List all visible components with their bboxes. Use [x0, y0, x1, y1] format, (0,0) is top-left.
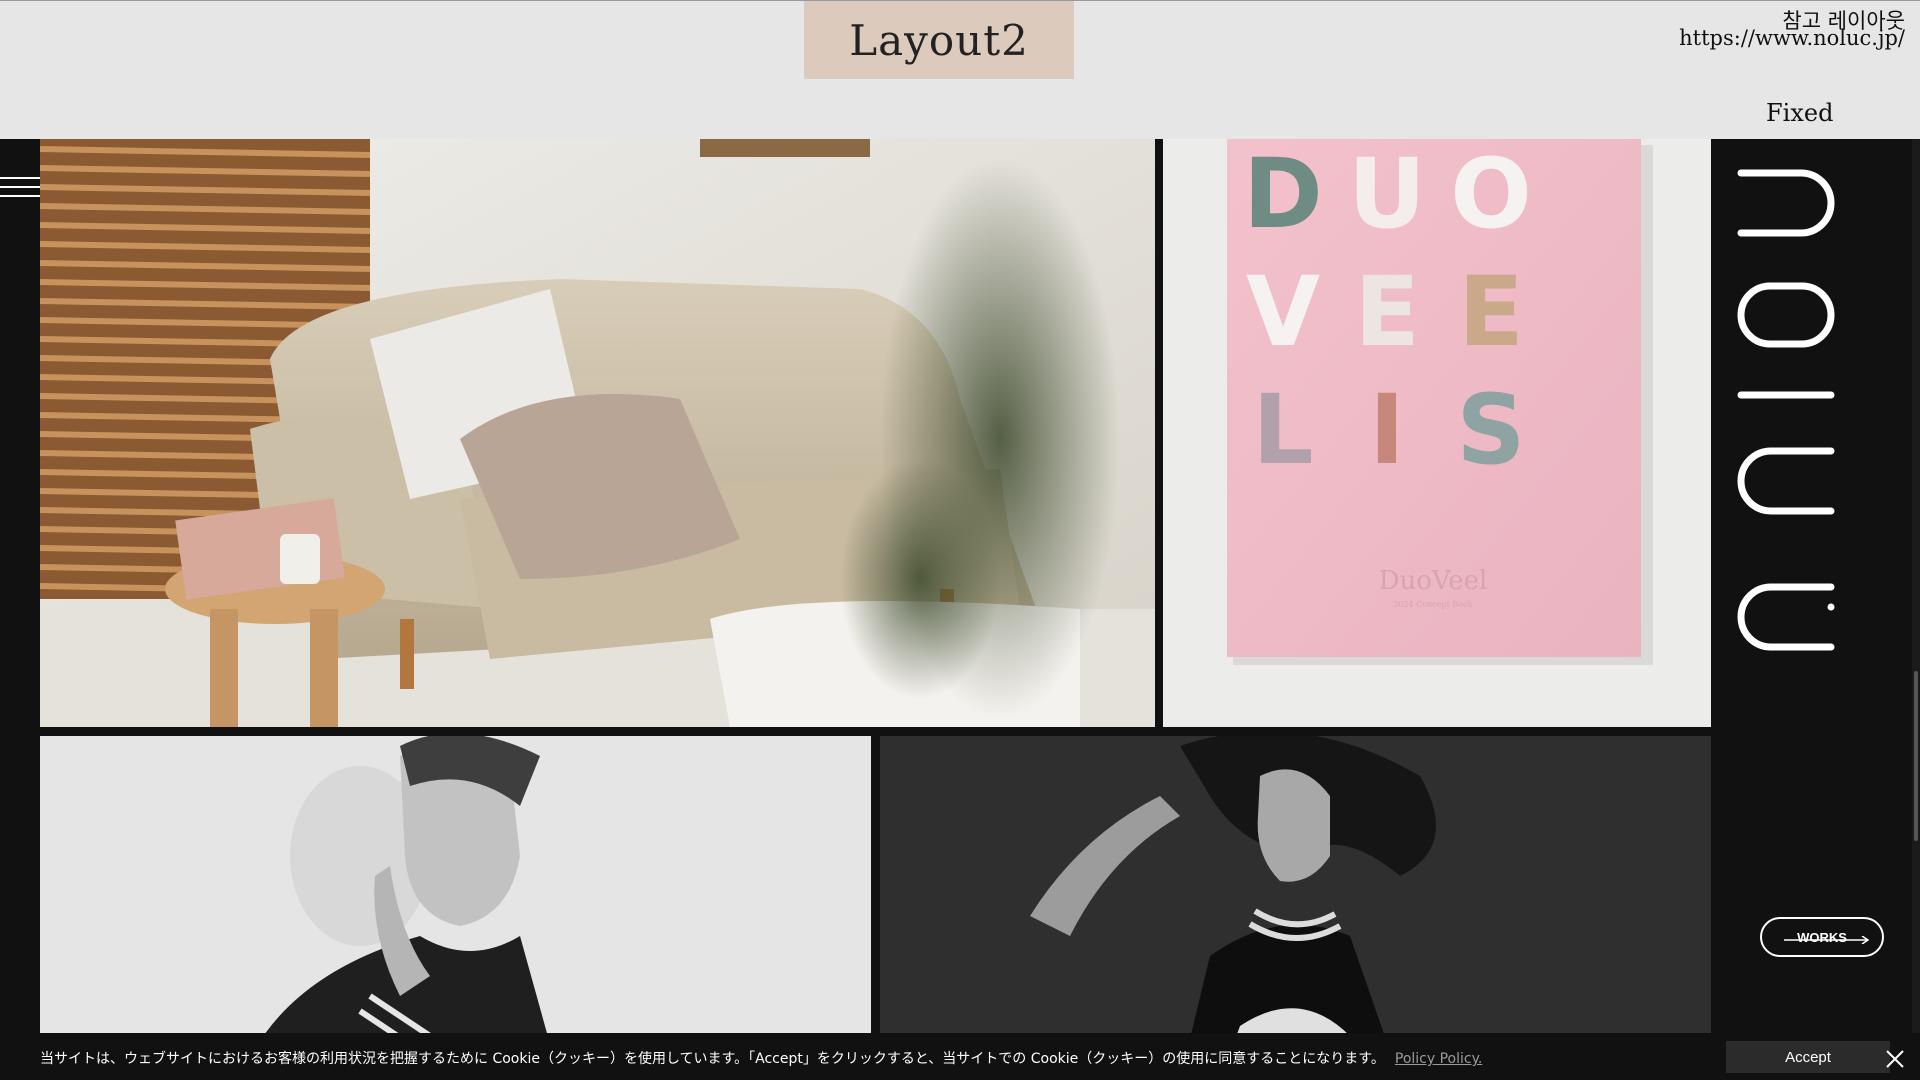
book-cover-letter: L [1252, 374, 1313, 486]
book-cover-letter: E [1458, 256, 1524, 368]
work-tile-interior[interactable] [40, 139, 1155, 727]
book-cover-letter: I [1369, 374, 1405, 486]
model-photo-2 [880, 736, 1711, 1080]
works-label: WORKS [1797, 929, 1847, 945]
book-subtitle: 2024 Concept Book [1393, 600, 1473, 609]
work-tile-book[interactable]: DUOVEELIS DuoVeel 2024 Concept Book [1163, 139, 1711, 727]
book-brand: DuoVeel [1379, 566, 1488, 596]
scrollbar-track[interactable] [1912, 139, 1920, 1080]
interior-photo [40, 139, 1155, 727]
book-cover-letter: U [1348, 139, 1426, 250]
works-button[interactable]: WORKS [1760, 917, 1884, 957]
cookie-banner: 当サイトは、ウェブサイトにおけるお客様の利用状況を把握するために Cookie（… [0, 1033, 1920, 1080]
policy-link[interactable]: Policy Policy. [1395, 1051, 1482, 1067]
annotation-header: Layout2 참고 레이아웃 https://www.noluc.jp/ Fi… [0, 0, 1920, 139]
cookie-text: 当サイトは、ウェブサイトにおけるお客様の利用状況を把握するために Cookie（… [40, 1051, 1385, 1067]
layout-label: Layout2 [804, 1, 1074, 79]
site-viewport: DUOVEELIS DuoVeel 2024 Concept Book WORK… [0, 139, 1920, 1080]
book-cover-letter: S [1456, 374, 1525, 486]
work-tile-model-2[interactable] [880, 736, 1711, 1080]
book-cover-letter: O [1450, 139, 1532, 250]
close-icon[interactable] [1886, 1050, 1904, 1068]
accept-button[interactable]: Accept [1726, 1041, 1890, 1073]
book-cover-letter: V [1246, 256, 1320, 368]
fixed-note: Fixed [1766, 99, 1834, 127]
book-cover-letter: D [1243, 139, 1323, 250]
model-photo-1 [40, 736, 871, 1080]
noluc-logo[interactable] [1711, 139, 1920, 739]
scrollbar-thumb[interactable] [1914, 671, 1918, 841]
work-tile-model-1[interactable] [40, 736, 871, 1080]
book-photo: D U OV E EL I S DuoVeel 2024 Concept Book [1163, 139, 1711, 727]
reference-url[interactable]: https://www.noluc.jp/ [1679, 26, 1905, 50]
cookie-message: 当サイトは、ウェブサイトにおけるお客様の利用状況を把握するために Cookie（… [40, 1048, 1482, 1068]
book-cover-letter: E [1354, 256, 1420, 368]
